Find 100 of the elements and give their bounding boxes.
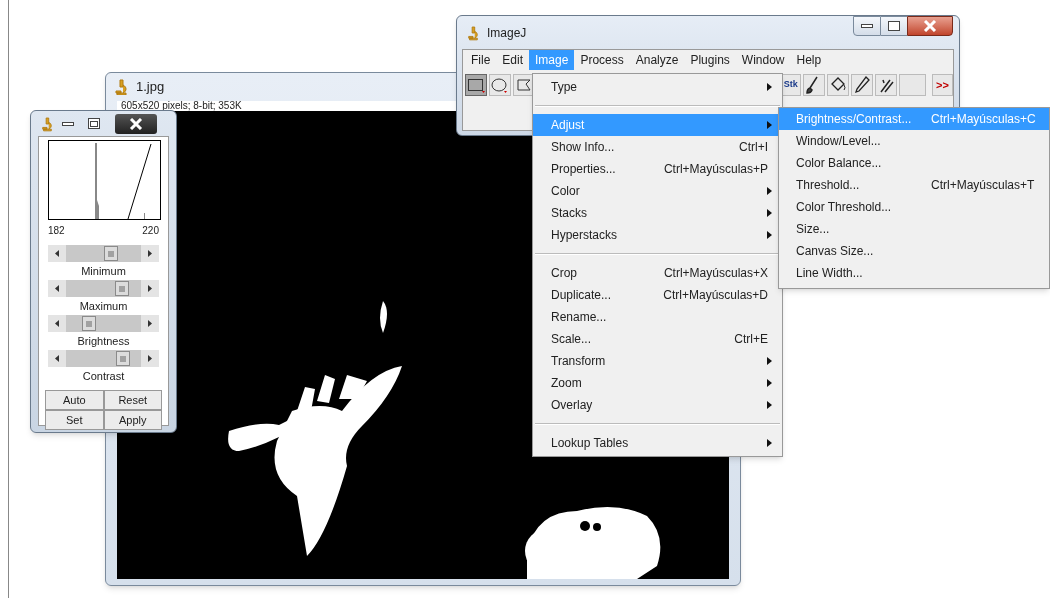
menu-item-label: Rename... — [551, 309, 608, 326]
close-icon — [129, 117, 143, 130]
menu-item[interactable]: Window — [735, 50, 791, 70]
microscope-icon — [467, 24, 479, 41]
menu-item-label: Transform — [551, 353, 607, 370]
menu-item[interactable]: Help — [790, 50, 828, 70]
grip-icon — [118, 285, 125, 292]
menu-item[interactable]: Hyperstacks — [533, 224, 782, 246]
menu-item[interactable]: Show Info... Ctrl+I — [533, 136, 782, 158]
left-arrow-icon — [55, 250, 59, 257]
menu-item-label: Duplicate... — [551, 287, 613, 304]
menu-item[interactable]: Line Width... — [779, 262, 1049, 284]
menu-item[interactable]: Transform — [533, 350, 782, 372]
microscope-icon — [41, 115, 53, 132]
minimize-icon — [861, 24, 873, 28]
minimize-button[interactable] — [853, 16, 881, 36]
menu-item-label: Canvas Size... — [796, 243, 875, 260]
menu-item-label: Color Threshold... — [796, 199, 893, 216]
dialog-button[interactable]: Set — [45, 410, 104, 430]
menu-item[interactable]: Rename... — [533, 306, 782, 328]
dialog-button[interactable]: Apply — [103, 410, 162, 430]
menu-item-label: Line Width... — [796, 265, 864, 282]
menu-item-label: Zoom — [551, 375, 583, 392]
menu-item-label: Show Info... — [551, 139, 616, 156]
menu-item[interactable]: Window/Level... — [779, 130, 1049, 152]
menu-item[interactable]: Size... — [779, 218, 1049, 240]
tool-button[interactable] — [875, 74, 898, 96]
menu-item-label: Crop — [551, 265, 578, 282]
close-button[interactable] — [907, 16, 953, 36]
right-arrow-icon — [148, 250, 152, 257]
tool-button[interactable] — [803, 74, 826, 96]
slider-label: Brightness — [76, 334, 131, 349]
right-arrow-icon — [148, 285, 152, 292]
menu-item-label: Threshold... — [796, 177, 861, 194]
menu-item[interactable]: Duplicate... Ctrl+Mayúsculas+D — [533, 284, 782, 306]
range-min-label: 182 — [48, 224, 65, 238]
grip-icon — [120, 355, 126, 362]
menu-item[interactable]: Threshold... Ctrl+Mayúsculas+T — [779, 174, 1049, 196]
menu-item[interactable]: Color Balance... — [779, 152, 1049, 174]
microscope-icon — [114, 79, 128, 95]
slider-label: Maximum — [78, 299, 129, 314]
dialog-button[interactable]: Reset — [103, 390, 162, 410]
slider[interactable] — [48, 280, 159, 297]
menu-item-label: Properties... — [551, 161, 617, 178]
menu-item[interactable]: Lookup Tables — [533, 432, 782, 454]
menu-item[interactable]: Process — [574, 50, 630, 70]
menu-item[interactable]: Zoom — [533, 372, 782, 394]
left-arrow-icon — [55, 285, 59, 292]
slider-thumb[interactable] — [116, 351, 130, 366]
menu-item-label: Color — [551, 183, 581, 200]
menu-item[interactable]: Properties... Ctrl+Mayúsculas+P — [533, 158, 782, 180]
window-title: ImageJ — [487, 24, 527, 42]
slider[interactable] — [48, 245, 159, 262]
menu-item[interactable]: Crop Ctrl+Mayúsculas+X — [533, 262, 782, 284]
oval-icon — [490, 75, 510, 95]
menu-item-label: Brightness/Contrast... — [796, 111, 913, 128]
right-arrow-icon — [148, 320, 152, 327]
menu-item[interactable]: Edit — [496, 50, 530, 70]
shortcut-text: Ctrl+E — [734, 331, 768, 348]
menu-item[interactable]: File — [465, 50, 497, 70]
slider-thumb[interactable] — [114, 281, 129, 296]
grip-icon — [85, 320, 92, 327]
menu-item-label: Adjust — [551, 117, 586, 134]
menu-item[interactable]: Canvas Size... — [779, 240, 1049, 262]
menu-item-label: Size... — [796, 221, 831, 238]
minimize-icon — [62, 121, 74, 126]
left-arrow-icon — [55, 320, 59, 327]
shortcut-text: Ctrl+Mayúsculas+D — [663, 287, 768, 304]
tool-button[interactable]: >> — [931, 74, 953, 96]
slider-label: Minimum — [80, 264, 127, 279]
slider-label: Contrast — [81, 369, 126, 384]
menu-item-label: Stacks — [551, 205, 588, 222]
tool-button[interactable] — [489, 74, 511, 96]
shortcut-text: Ctrl+I — [739, 139, 768, 156]
menu-item[interactable]: Scale... Ctrl+E — [533, 328, 782, 350]
menu-item-label: Type — [551, 79, 578, 96]
slider-thumb[interactable] — [103, 246, 118, 261]
menu-item[interactable]: Analyze — [629, 50, 685, 70]
menu-item-label: Window/Level... — [796, 133, 882, 150]
menu-item[interactable]: Plugins — [684, 50, 736, 70]
grip-icon — [107, 250, 114, 257]
slider[interactable] — [48, 350, 159, 367]
menu-item[interactable]: Color — [533, 180, 782, 202]
menu-item[interactable]: Color Threshold... — [779, 196, 1049, 218]
maximize-button[interactable] — [881, 16, 907, 36]
menu-item-label: Color Balance... — [796, 155, 883, 172]
tool-button[interactable] — [851, 74, 874, 96]
tool-button[interactable] — [827, 74, 850, 96]
left-arrow-icon — [55, 355, 59, 362]
maximize-icon — [888, 21, 900, 31]
menu-item-label: Lookup Tables — [551, 435, 630, 452]
shortcut-text: Ctrl+Mayúsculas+X — [663, 265, 768, 282]
close-button[interactable] — [115, 113, 157, 134]
slider[interactable] — [48, 315, 159, 332]
menu-item[interactable]: Overlay — [533, 394, 782, 416]
slider-thumb[interactable] — [81, 316, 96, 331]
menu-item[interactable]: Type — [533, 76, 782, 98]
menu-item-label: Overlay — [551, 397, 594, 414]
menu-item[interactable]: Stacks — [533, 202, 782, 224]
dialog-button[interactable]: Auto — [45, 390, 104, 410]
